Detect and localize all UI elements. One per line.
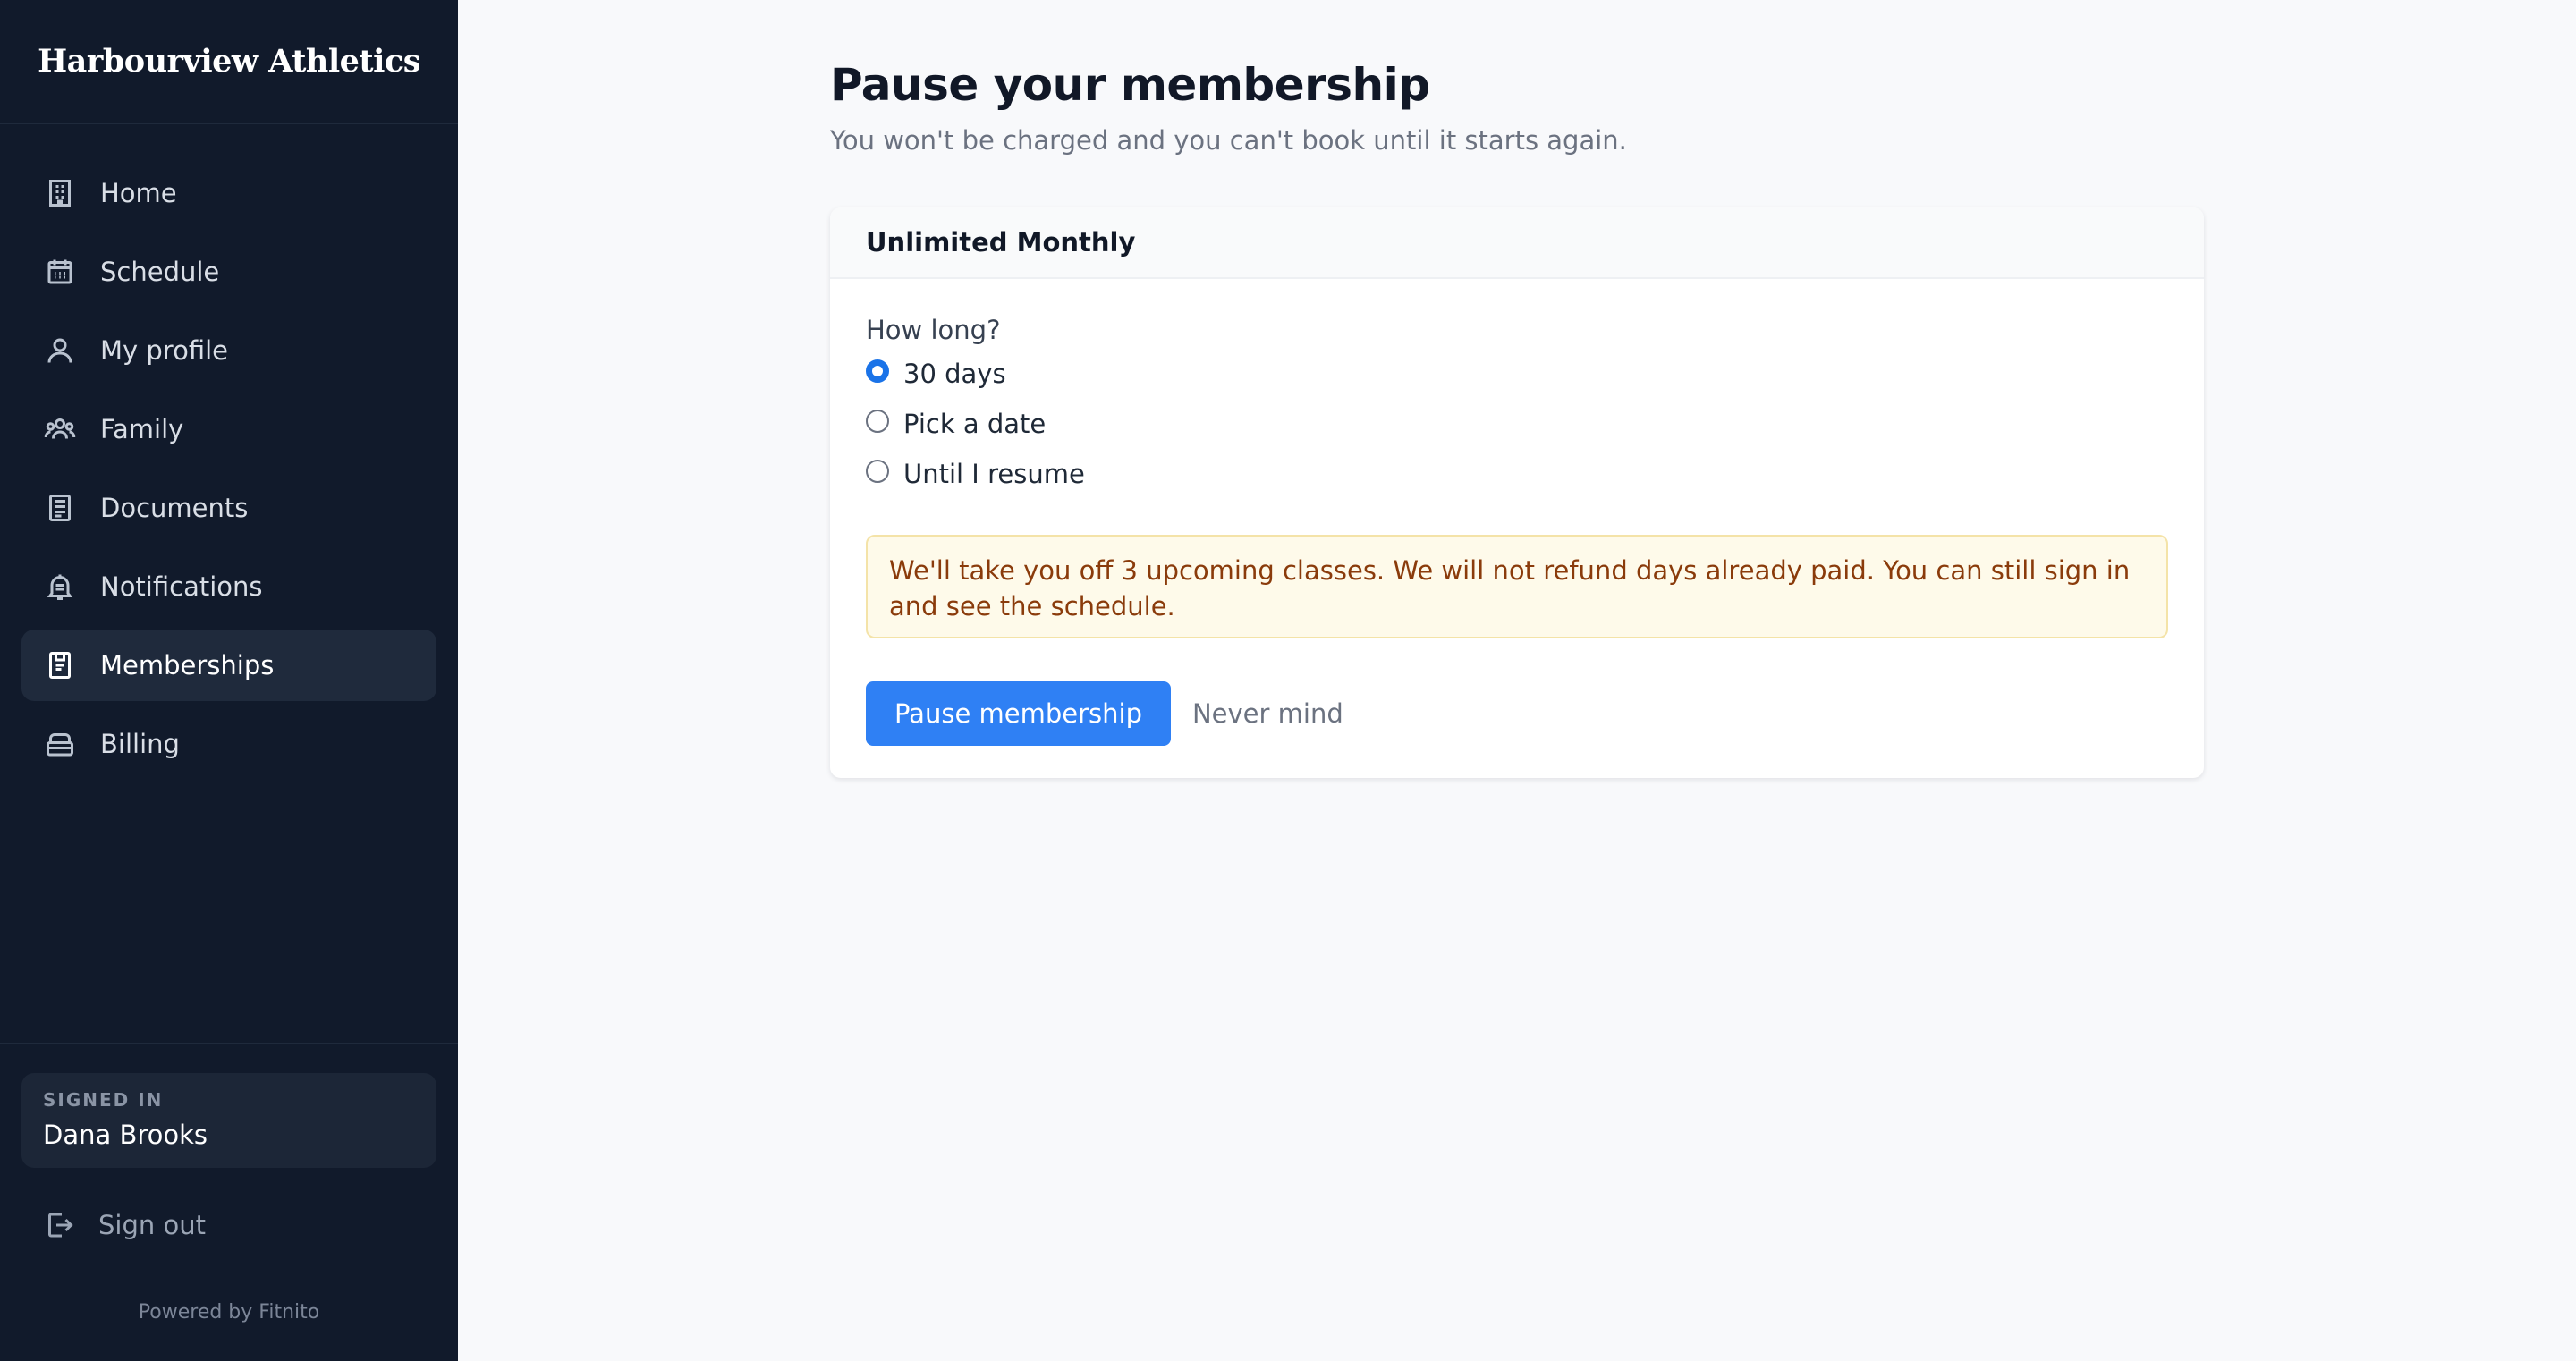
pause-membership-card: Unlimited Monthly How long? 30 days Pick… — [830, 207, 2204, 778]
duration-question: How long? — [866, 315, 1001, 345]
sidebar-item-billing[interactable]: Billing — [21, 708, 436, 780]
pause-membership-button[interactable]: Pause membership — [866, 681, 1171, 746]
signed-in-label: SIGNED IN — [43, 1089, 164, 1111]
sidebar-divider — [0, 1043, 458, 1044]
document-icon — [43, 491, 77, 525]
sidebar-item-documents[interactable]: Documents — [21, 472, 436, 544]
radio-button[interactable] — [866, 359, 889, 383]
sidebar-item-label: My profile — [100, 335, 229, 366]
users-icon — [43, 412, 77, 446]
card-actions: Pause membership Never mind — [866, 681, 2168, 746]
sidebar-item-family[interactable]: Family — [21, 393, 436, 465]
radio-option-pick-a-date[interactable]: Pick a date — [866, 399, 2168, 449]
sidebar-item-my-profile[interactable]: My profile — [21, 315, 436, 386]
radio-label: 30 days — [903, 359, 1006, 389]
bell-icon — [43, 570, 77, 604]
sidebar-item-label: Billing — [100, 729, 180, 759]
sidebar-item-notifications[interactable]: Notifications — [21, 551, 436, 622]
card-header: Unlimited Monthly — [830, 207, 2204, 279]
wallet-icon — [43, 727, 77, 761]
sign-out-label: Sign out — [98, 1210, 206, 1240]
sidebar-item-label: Family — [100, 414, 184, 444]
sidebar-item-label: Documents — [100, 493, 249, 523]
sidebar-item-label: Notifications — [100, 571, 263, 602]
signed-in-card: SIGNED IN Dana Brooks — [21, 1073, 436, 1168]
sidebar-item-label: Schedule — [100, 257, 220, 287]
duration-radio-group: 30 days Pick a date Until I resume — [866, 349, 2168, 499]
sidebar-item-memberships[interactable]: Memberships — [21, 630, 436, 701]
radio-option-until-i-resume[interactable]: Until I resume — [866, 449, 2168, 499]
clipboard-icon — [43, 648, 77, 682]
main-nav: Home Schedule My profile Family Document… — [21, 157, 436, 787]
main-content: Pause your membership You won't be charg… — [830, 59, 2204, 778]
radio-label: Until I resume — [903, 459, 1085, 489]
sidebar-item-schedule[interactable]: Schedule — [21, 236, 436, 308]
page-subtitle: You won't be charged and you can't book … — [830, 125, 1627, 156]
radio-option-30-days[interactable]: 30 days — [866, 349, 2168, 399]
sidebar-item-label: Memberships — [100, 650, 275, 680]
card-body: How long? 30 days Pick a date Until I re… — [830, 279, 2204, 746]
radio-label: Pick a date — [903, 409, 1046, 439]
user-icon — [43, 334, 77, 368]
radio-button[interactable] — [866, 460, 889, 483]
brand-logo[interactable]: Harbourview Athletics — [0, 0, 458, 124]
page-title: Pause your membership — [830, 59, 1430, 111]
sidebar: Harbourview Athletics Home Schedule My p… — [0, 0, 458, 1361]
sign-out-icon — [48, 1213, 73, 1238]
radio-button[interactable] — [866, 410, 889, 433]
powered-by: Powered by Fitnito — [138, 1301, 320, 1323]
calendar-icon — [43, 255, 77, 289]
building-icon — [43, 176, 77, 210]
sign-out-button[interactable]: Sign out — [43, 1207, 206, 1243]
never-mind-button[interactable]: Never mind — [1192, 698, 1343, 729]
sidebar-item-home[interactable]: Home — [21, 157, 436, 229]
sidebar-item-label: Home — [100, 178, 177, 208]
user-name: Dana Brooks — [43, 1120, 208, 1150]
warning-notice: We'll take you off 3 upcoming classes. W… — [866, 535, 2168, 638]
